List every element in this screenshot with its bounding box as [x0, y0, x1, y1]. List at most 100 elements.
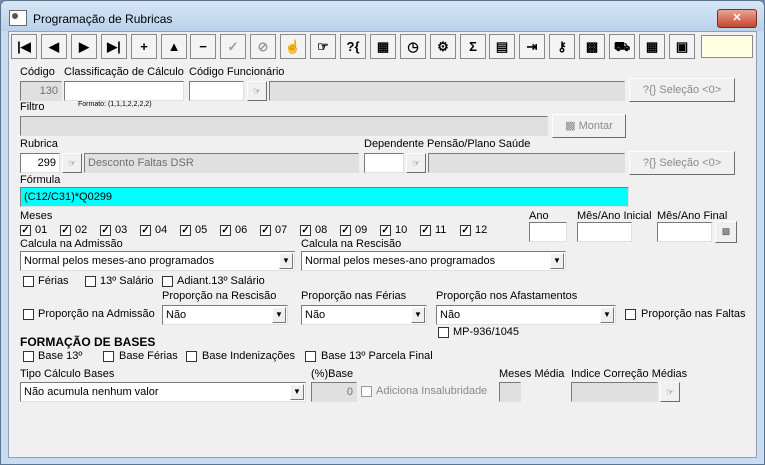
month-11-label: 11 [435, 224, 447, 236]
base-13-checkbox[interactable] [23, 351, 34, 362]
codigo-input[interactable]: 130 [20, 81, 62, 101]
tools-icon-button[interactable]: ⚙ [430, 34, 456, 59]
indice-correcao-lookup-button[interactable]: ☞ [660, 382, 680, 402]
codigo-funcionario-label: Código Funcionário [189, 66, 285, 78]
select-icon-button[interactable]: ☞ [310, 34, 336, 59]
first-record-button[interactable]: |◀ [11, 34, 37, 59]
codigo-funcionario-lookup-button[interactable]: ☞ [247, 81, 267, 101]
base-ferias-checkbox[interactable] [103, 351, 114, 362]
proporcao-afastamentos-value: Não [440, 309, 461, 321]
mes-ano-final-input[interactable] [657, 222, 712, 242]
month-03-checkbox[interactable]: ✓ [100, 225, 111, 236]
decimo-salario-checkbox[interactable] [85, 276, 96, 287]
grid-icon-button[interactable]: ▦ [370, 34, 396, 59]
ano-label: Ano [529, 210, 549, 222]
hand-icon-button[interactable]: ☝ [280, 34, 306, 59]
formula-input[interactable]: (C12/C31)*Q0299 [20, 187, 629, 207]
rubrica-description: Desconto Faltas DSR [84, 153, 359, 173]
close-button[interactable]: ✕ [717, 9, 757, 28]
truck-icon-button[interactable]: ⛟ [609, 34, 635, 59]
meses-media-label: Meses Média [499, 368, 565, 380]
proporcao-faltas-checkbox[interactable] [625, 309, 636, 320]
selecao-button-1[interactable]: ?{} Seleção <0> [629, 78, 735, 102]
proporcao-admissao-checkbox[interactable] [23, 309, 34, 320]
query-icon-button[interactable]: ?{ [340, 34, 366, 59]
grid-icon: ▩ [565, 120, 579, 132]
adiant-decimo-checkbox[interactable] [162, 276, 173, 287]
search-icon-button[interactable]: ▩ [579, 34, 605, 59]
dependente-lookup-button[interactable]: ☞ [406, 153, 426, 173]
ferias-label: Férias [38, 275, 69, 287]
proporcao-afastamentos-select[interactable]: Não ▼ [436, 305, 616, 325]
mes-ano-inicial-label: Mês/Ano Inicial [577, 210, 652, 222]
tipo-calculo-select[interactable]: Não acumula nenhum valor ▼ [20, 382, 306, 402]
month-02-checkbox[interactable]: ✓ [60, 225, 71, 236]
month-07-checkbox[interactable]: ✓ [260, 225, 271, 236]
adiant-decimo-label: Adiant.13º Salário [177, 275, 265, 287]
formato-hint: Formato: (1,1,1,2,2,2,2) [78, 101, 152, 108]
month-08-checkbox[interactable]: ✓ [300, 225, 311, 236]
classificacao-input[interactable] [64, 81, 184, 101]
base-13-parcela-label: Base 13º Parcela Final [321, 350, 433, 362]
chevron-down-icon: ▼ [279, 253, 293, 269]
base-indenizacoes-label: Base Indenizações [202, 350, 295, 362]
adiciona-insalubridade-checkbox[interactable] [361, 386, 372, 397]
mes-ano-inicial-input[interactable] [577, 222, 632, 242]
base-indenizacoes-checkbox[interactable] [186, 351, 197, 362]
meses-media-input[interactable] [499, 382, 521, 402]
month-06-checkbox[interactable]: ✓ [220, 225, 231, 236]
calcula-admissao-value: Normal pelos meses-ano programados [24, 255, 215, 267]
selecao-button-1-label: Seleção <0> [659, 84, 722, 96]
funcionario-name-display [269, 81, 625, 101]
mp-checkbox[interactable] [438, 327, 449, 338]
month-12-checkbox[interactable]: ✓ [460, 225, 471, 236]
clock-icon-button[interactable]: ◷ [400, 34, 426, 59]
dependente-input[interactable] [364, 153, 404, 173]
month-01-checkbox[interactable]: ✓ [20, 225, 31, 236]
month-09-checkbox[interactable]: ✓ [340, 225, 351, 236]
month-04-checkbox[interactable]: ✓ [140, 225, 151, 236]
delete-button[interactable]: − [190, 34, 216, 59]
indice-correcao-input[interactable] [571, 382, 658, 402]
key-icon-button[interactable]: ⚷ [549, 34, 575, 59]
calcula-admissao-select[interactable]: Normal pelos meses-ano programados ▼ [20, 251, 295, 271]
calendar-icon-button[interactable]: ▦ [639, 34, 665, 59]
last-record-button[interactable]: ▶| [101, 34, 127, 59]
pct-base-input[interactable]: 0 [311, 382, 357, 402]
dependente-label: Dependente Pensão/Plano Saúde [364, 138, 531, 150]
ano-input[interactable] [529, 222, 567, 242]
proporcao-admissao-label: Proporção na Admissão [38, 308, 155, 320]
calcula-rescisao-select[interactable]: Normal pelos meses-ano programados ▼ [301, 251, 566, 271]
sum-button[interactable]: Σ [460, 34, 486, 59]
filtro-input[interactable] [20, 116, 548, 136]
base-13-parcela-checkbox[interactable] [305, 351, 316, 362]
month-10-checkbox[interactable]: ✓ [380, 225, 391, 236]
proporcao-ferias-value: Não [305, 309, 326, 321]
window-title: Programação de Rubricas [33, 12, 173, 26]
chevron-down-icon: ▼ [411, 307, 425, 323]
edit-button[interactable]: ▲ [161, 34, 187, 59]
confirm-button[interactable]: ✓ [220, 34, 246, 59]
month-05-checkbox[interactable]: ✓ [180, 225, 191, 236]
export-icon-button[interactable]: ⇥ [519, 34, 545, 59]
month-07-label: 07 [275, 224, 288, 236]
query-icon: ?{} [642, 84, 660, 96]
month-11-checkbox[interactable]: ✓ [420, 225, 431, 236]
codigo-funcionario-input[interactable] [189, 81, 244, 101]
report-icon-button[interactable]: ▤ [489, 34, 515, 59]
calendar-grid-button[interactable]: ▩ [715, 221, 737, 243]
montar-button[interactable]: ▩ Montar [552, 114, 626, 138]
proporcao-ferias-select[interactable]: Não ▼ [301, 305, 427, 325]
window-icon-button[interactable]: ▣ [669, 34, 695, 59]
selecao-button-2[interactable]: ?{} Seleção <0> [629, 151, 735, 175]
ferias-checkbox[interactable] [23, 276, 34, 287]
next-record-button[interactable]: ▶ [71, 34, 97, 59]
cancel-button[interactable]: ⊘ [250, 34, 276, 59]
rubrica-lookup-button[interactable]: ☞ [62, 153, 82, 173]
insert-button[interactable]: + [131, 34, 157, 59]
rubrica-input[interactable]: 299 [20, 153, 60, 173]
prev-record-button[interactable]: ◀ [41, 34, 67, 59]
proporcao-rescisao-select[interactable]: Não ▼ [162, 305, 288, 325]
selecao-button-2-label: Seleção <0> [659, 157, 722, 169]
pct-base-label: (%)Base [311, 368, 354, 380]
